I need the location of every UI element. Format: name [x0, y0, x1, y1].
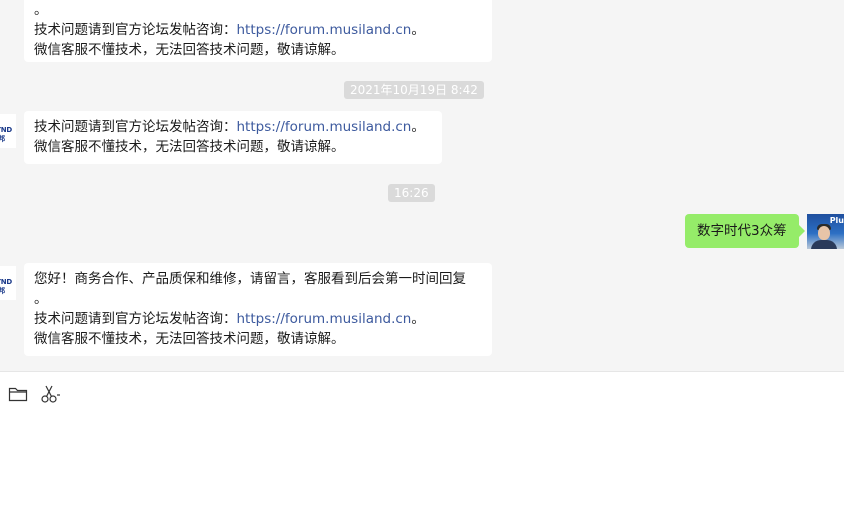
avatar-face	[818, 226, 830, 240]
scissors-icon[interactable]	[40, 384, 60, 404]
message-text-line: 您好！商务合作、产品质保和维修，请留言，客服看到后会第一时间回复	[34, 271, 466, 287]
message-text-line: 技术问题请到官方论坛发帖咨询：https://forum.musiland.cn…	[34, 119, 425, 135]
message-text-line: 微信客服不懂技术，无法回答技术问题，敬请谅解。	[34, 139, 345, 155]
message-text-line: 技术问题请到官方论坛发帖咨询：https://forum.musiland.cn…	[34, 311, 425, 327]
avatar-tag-text: Plu	[829, 216, 844, 225]
forum-link[interactable]: https://forum.musiland.cn	[237, 119, 412, 135]
message-text-line: 。	[34, 2, 48, 18]
avatar-logo-text: YND 邦	[0, 126, 12, 143]
incoming-message-bubble[interactable]: 技术问题请到官方论坛发帖咨询：https://forum.musiland.cn…	[24, 111, 442, 164]
message-timestamp: 16:26	[388, 184, 435, 202]
message-text-line: 微信客服不懂技术，无法回答技术问题，敬请谅解。	[34, 331, 345, 347]
chat-message-area[interactable]: 。 技术问题请到官方论坛发帖咨询：https://forum.musiland.…	[0, 0, 844, 371]
incoming-message-bubble[interactable]: 您好！商务合作、产品质保和维修，请留言，客服看到后会第一时间回复 。 技术问题请…	[24, 263, 492, 356]
message-text-line: 。	[34, 291, 48, 307]
forum-link[interactable]: https://forum.musiland.cn	[237, 22, 412, 38]
contact-avatar[interactable]: YND 邦	[0, 114, 16, 148]
message-text-line: 技术问题请到官方论坛发帖咨询：https://forum.musiland.cn…	[34, 22, 425, 38]
message-text-line: 微信客服不懂技术，无法回答技术问题，敬请谅解。	[34, 42, 345, 58]
message-timestamp: 2021年10月19日 8:42	[344, 81, 484, 99]
forum-link[interactable]: https://forum.musiland.cn	[237, 311, 412, 327]
outgoing-message-bubble[interactable]: 数字时代3众筹	[685, 214, 805, 248]
contact-avatar[interactable]: YND 邦	[0, 266, 16, 300]
user-avatar[interactable]: Plu	[807, 214, 844, 249]
avatar-logo-text: YND 邦	[0, 278, 12, 295]
message-input-area[interactable]	[0, 372, 844, 516]
avatar-body	[811, 240, 837, 249]
incoming-message-bubble[interactable]: 。 技术问题请到官方论坛发帖咨询：https://forum.musiland.…	[24, 0, 492, 62]
folder-icon[interactable]	[8, 384, 28, 404]
